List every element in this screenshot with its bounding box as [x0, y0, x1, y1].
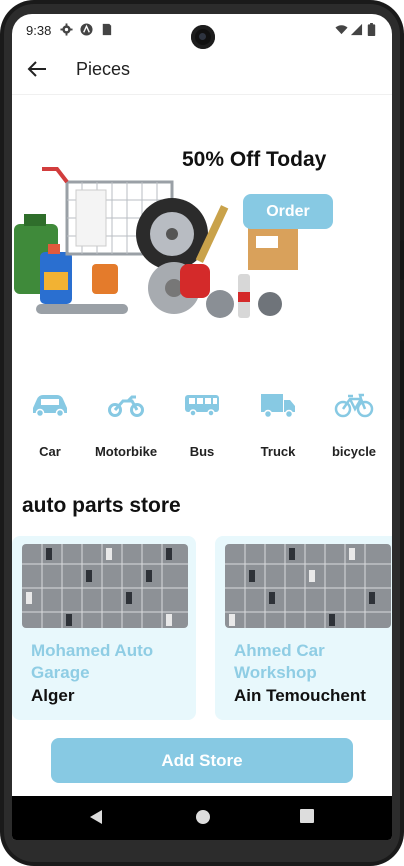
category-label: Bus [189, 444, 215, 459]
vehicle-category-list: Car Motorbike Bus Truck bicycle [12, 392, 392, 462]
truck-icon [261, 394, 295, 419]
store-city: Alger [31, 686, 75, 705]
power-button [400, 340, 404, 420]
bicycle-icon [334, 393, 374, 418]
car-icon [33, 395, 67, 418]
category-label: Car [39, 444, 61, 459]
system-navigation-bar [12, 796, 392, 840]
store-card[interactable]: Ahmed Car Workshop Ain Temouchent [215, 536, 392, 720]
store-name: Mohamed Auto Garage [31, 641, 154, 682]
order-button[interactable]: Order [243, 194, 333, 229]
parking-lot-image [225, 544, 391, 628]
nav-back-icon[interactable] [89, 809, 103, 825]
app-screen: 9:38 Pieces 50% Off Today Order Car Moto… [12, 14, 392, 840]
category-motorbike[interactable]: Motorbike [86, 392, 166, 462]
category-label: Motorbike [94, 444, 158, 459]
category-bicycle[interactable]: bicycle [314, 392, 392, 462]
nav-home-icon[interactable] [195, 809, 211, 825]
volume-button [400, 240, 404, 280]
store-city: Ain Temouchent [234, 686, 366, 705]
section-title: auto parts store [22, 494, 181, 517]
parking-lot-image [22, 544, 188, 628]
sd-card-icon [102, 23, 112, 36]
store-card[interactable]: Mohamed Auto Garage Alger [12, 536, 196, 720]
settings-icon [60, 23, 73, 36]
back-arrow-icon[interactable] [26, 58, 48, 80]
store-name: Ahmed Car Workshop [234, 641, 325, 682]
status-bar: 9:38 [12, 14, 392, 49]
promo-headline: 50% Off Today [182, 148, 327, 171]
signal-icon [350, 23, 363, 36]
notification-icon [80, 23, 93, 36]
category-label: bicycle [331, 444, 377, 459]
auto-parts-banner-image [14, 167, 298, 318]
status-time: 9:38 [26, 23, 52, 38]
add-store-button[interactable]: Add Store [51, 738, 353, 783]
motorbike-icon [108, 395, 144, 417]
bus-icon [185, 395, 219, 417]
category-truck[interactable]: Truck [238, 392, 318, 462]
category-label: Truck [260, 444, 296, 459]
category-bus[interactable]: Bus [162, 392, 242, 462]
app-bar: Pieces [12, 46, 392, 95]
wifi-icon [335, 25, 348, 35]
nav-recents-icon[interactable] [300, 809, 314, 823]
category-car[interactable]: Car [12, 392, 90, 462]
page-title: Pieces [76, 59, 131, 79]
battery-icon [367, 23, 376, 36]
